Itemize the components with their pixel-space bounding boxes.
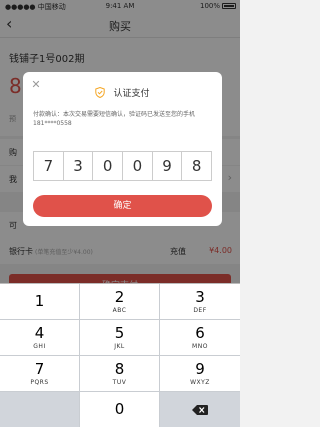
code-digit: 7 xyxy=(34,152,64,180)
backspace-icon xyxy=(192,405,208,415)
key-8[interactable]: 8 TUV xyxy=(80,356,160,392)
delete-key[interactable] xyxy=(160,392,240,427)
key-5[interactable]: 5 JKL xyxy=(80,320,160,356)
numeric-keyboard: 1 2 ABC 3 DEF 4 GHI 5 JKL 6 MNO 7 PQRS 8 TUV 9W… xyxy=(0,283,240,427)
code-digit: 9 xyxy=(153,152,183,180)
code-digit: 0 xyxy=(123,152,153,180)
shield-icon xyxy=(95,87,106,98)
verification-code-input[interactable]: 7 3 0 0 9 8 xyxy=(33,151,212,181)
key-2[interactable]: 2 ABC xyxy=(80,284,160,320)
code-digit: 8 xyxy=(191,157,202,175)
key-4[interactable]: 4 GHI xyxy=(0,320,80,356)
sms-auth-dialog: ✕ 认证支付 付款确认：本次交易需要短信确认，验证码已发送至您的手机 181**… xyxy=(23,72,222,226)
key-0[interactable]: 0 xyxy=(80,392,160,427)
key-3[interactable]: 3 DEF xyxy=(160,284,240,320)
code-digit: 0 xyxy=(93,152,124,180)
key-blank xyxy=(0,392,80,427)
dialog-header: 认证支付 xyxy=(23,82,222,101)
dialog-message: 付款确认：本次交易需要短信确认，验证码已发送至您的手机 181****0558 xyxy=(33,111,196,127)
key-1[interactable]: 1 xyxy=(0,284,80,320)
key-6[interactable]: 6 MNO xyxy=(160,320,240,356)
code-digit: 3 xyxy=(64,152,94,180)
confirm-button[interactable]: 确定 xyxy=(33,195,212,217)
key-7[interactable]: 7 PQRS xyxy=(0,356,80,392)
key-9[interactable]: 9 WXYZ xyxy=(160,356,240,392)
dialog-title: 认证支付 xyxy=(113,89,150,99)
